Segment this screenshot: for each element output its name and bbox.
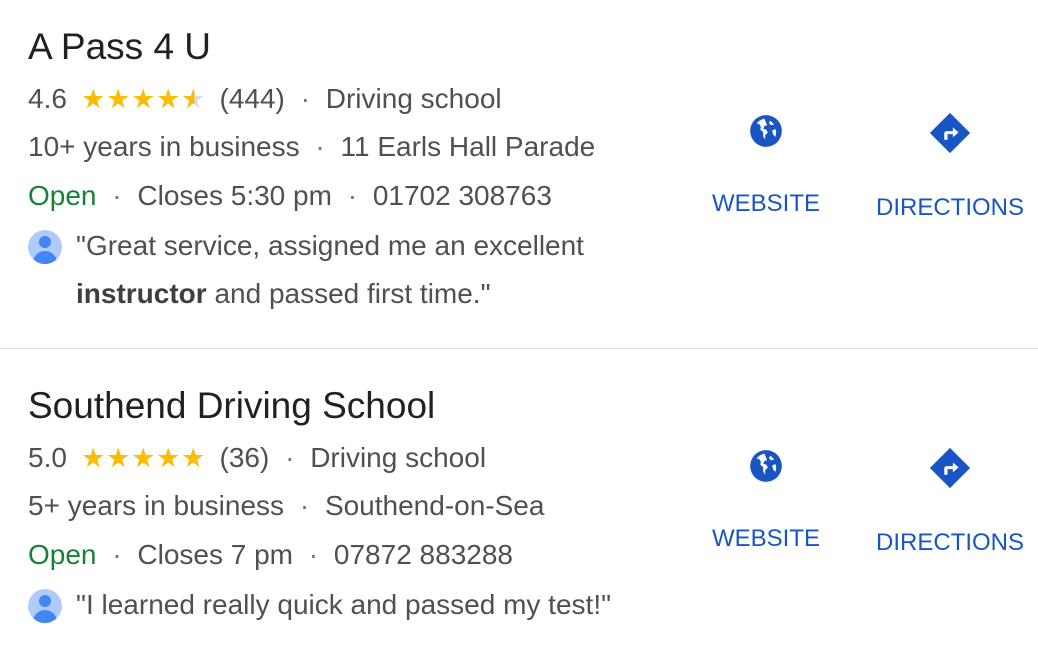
address: 11 Earls Hall Parade (340, 131, 596, 162)
star-icon: ★ (131, 443, 156, 473)
directions-label: DIRECTIONS (875, 529, 1024, 556)
review-snippet: "Great service, assigned me an excellent… (28, 222, 688, 322)
listing-a-pass-4-u[interactable]: A Pass 4 U 4.6 ★★★★★ (444) · Driving sch… (0, 0, 1038, 348)
separator: · (112, 180, 122, 211)
review-snippet: "I learned really quick and passed my te… (28, 581, 708, 633)
globe-icon (750, 450, 782, 482)
website-button[interactable]: WEBSITE (706, 112, 826, 218)
globe-icon (750, 115, 782, 147)
rating-line: 4.6 ★★★★★ (444) · Driving school (28, 82, 502, 116)
business-name[interactable]: Southend Driving School (28, 385, 435, 427)
website-label: WEBSITE (711, 190, 820, 217)
star-icon: ★ (81, 443, 106, 473)
rating-line: 5.0 ★★★★★ (36) · Driving school (28, 441, 486, 475)
info-line: 5+ years in business · Southend-on-Sea (28, 489, 544, 523)
directions-label: DIRECTIONS (875, 194, 1024, 221)
listing-southend-driving-school[interactable]: Southend Driving School 5.0 ★★★★★ (36) ·… (0, 349, 1038, 650)
website-button[interactable]: WEBSITE (706, 447, 826, 553)
directions-icon (929, 112, 971, 154)
hours-line: Open · Closes 5:30 pm · 01702 308763 (28, 179, 552, 213)
rating-value: 4.6 (28, 83, 67, 114)
directions-icon (929, 447, 971, 489)
hours-line: Open · Closes 7 pm · 07872 883288 (28, 538, 513, 572)
category: Driving school (325, 83, 502, 114)
star-icon: ★ (106, 443, 131, 473)
separator: · (308, 539, 319, 570)
phone-number[interactable]: 07872 883288 (334, 539, 513, 570)
info-line: 10+ years in business · 11 Earls Hall Pa… (28, 130, 595, 164)
star-icon: ★ (181, 443, 206, 473)
review-text: "Great service, assigned me an excellent… (76, 230, 584, 309)
star-icon: ★ (156, 443, 181, 473)
separator: · (300, 83, 310, 114)
half-star-icon: ★ (181, 84, 206, 114)
open-status: Open (28, 180, 97, 211)
directions-button[interactable]: DIRECTIONS (870, 445, 1030, 557)
review-text: "I learned really quick and passed my te… (76, 589, 612, 620)
open-status: Open (28, 539, 97, 570)
directions-button[interactable]: DIRECTIONS (870, 110, 1030, 222)
separator: · (315, 131, 325, 162)
review-count[interactable]: (444) (220, 83, 285, 114)
separator: · (299, 490, 310, 521)
star-icon: ★ (156, 84, 181, 114)
separator: · (347, 180, 358, 211)
closing-hours: Closes 7 pm (137, 539, 294, 570)
separator: · (285, 442, 295, 473)
years-in-business: 10+ years in business (28, 131, 300, 162)
star-rating: ★★★★★ (81, 82, 206, 116)
user-avatar-icon (28, 589, 62, 623)
star-icon: ★ (131, 84, 156, 114)
phone-number[interactable]: 01702 308763 (373, 180, 552, 211)
website-label: WEBSITE (711, 525, 820, 552)
years-in-business: 5+ years in business (28, 490, 285, 521)
user-avatar-icon (28, 230, 62, 264)
star-rating: ★★★★★ (81, 441, 206, 475)
review-keyword: instructor (76, 278, 207, 309)
category: Driving school (310, 442, 487, 473)
closing-hours: Closes 5:30 pm (137, 180, 332, 211)
address: Southend-on-Sea (324, 490, 545, 521)
separator: · (112, 539, 122, 570)
star-icon: ★ (81, 84, 106, 114)
rating-value: 5.0 (28, 442, 67, 473)
star-icon: ★ (106, 84, 131, 114)
business-name[interactable]: A Pass 4 U (28, 26, 211, 68)
review-count[interactable]: (36) (220, 442, 270, 473)
